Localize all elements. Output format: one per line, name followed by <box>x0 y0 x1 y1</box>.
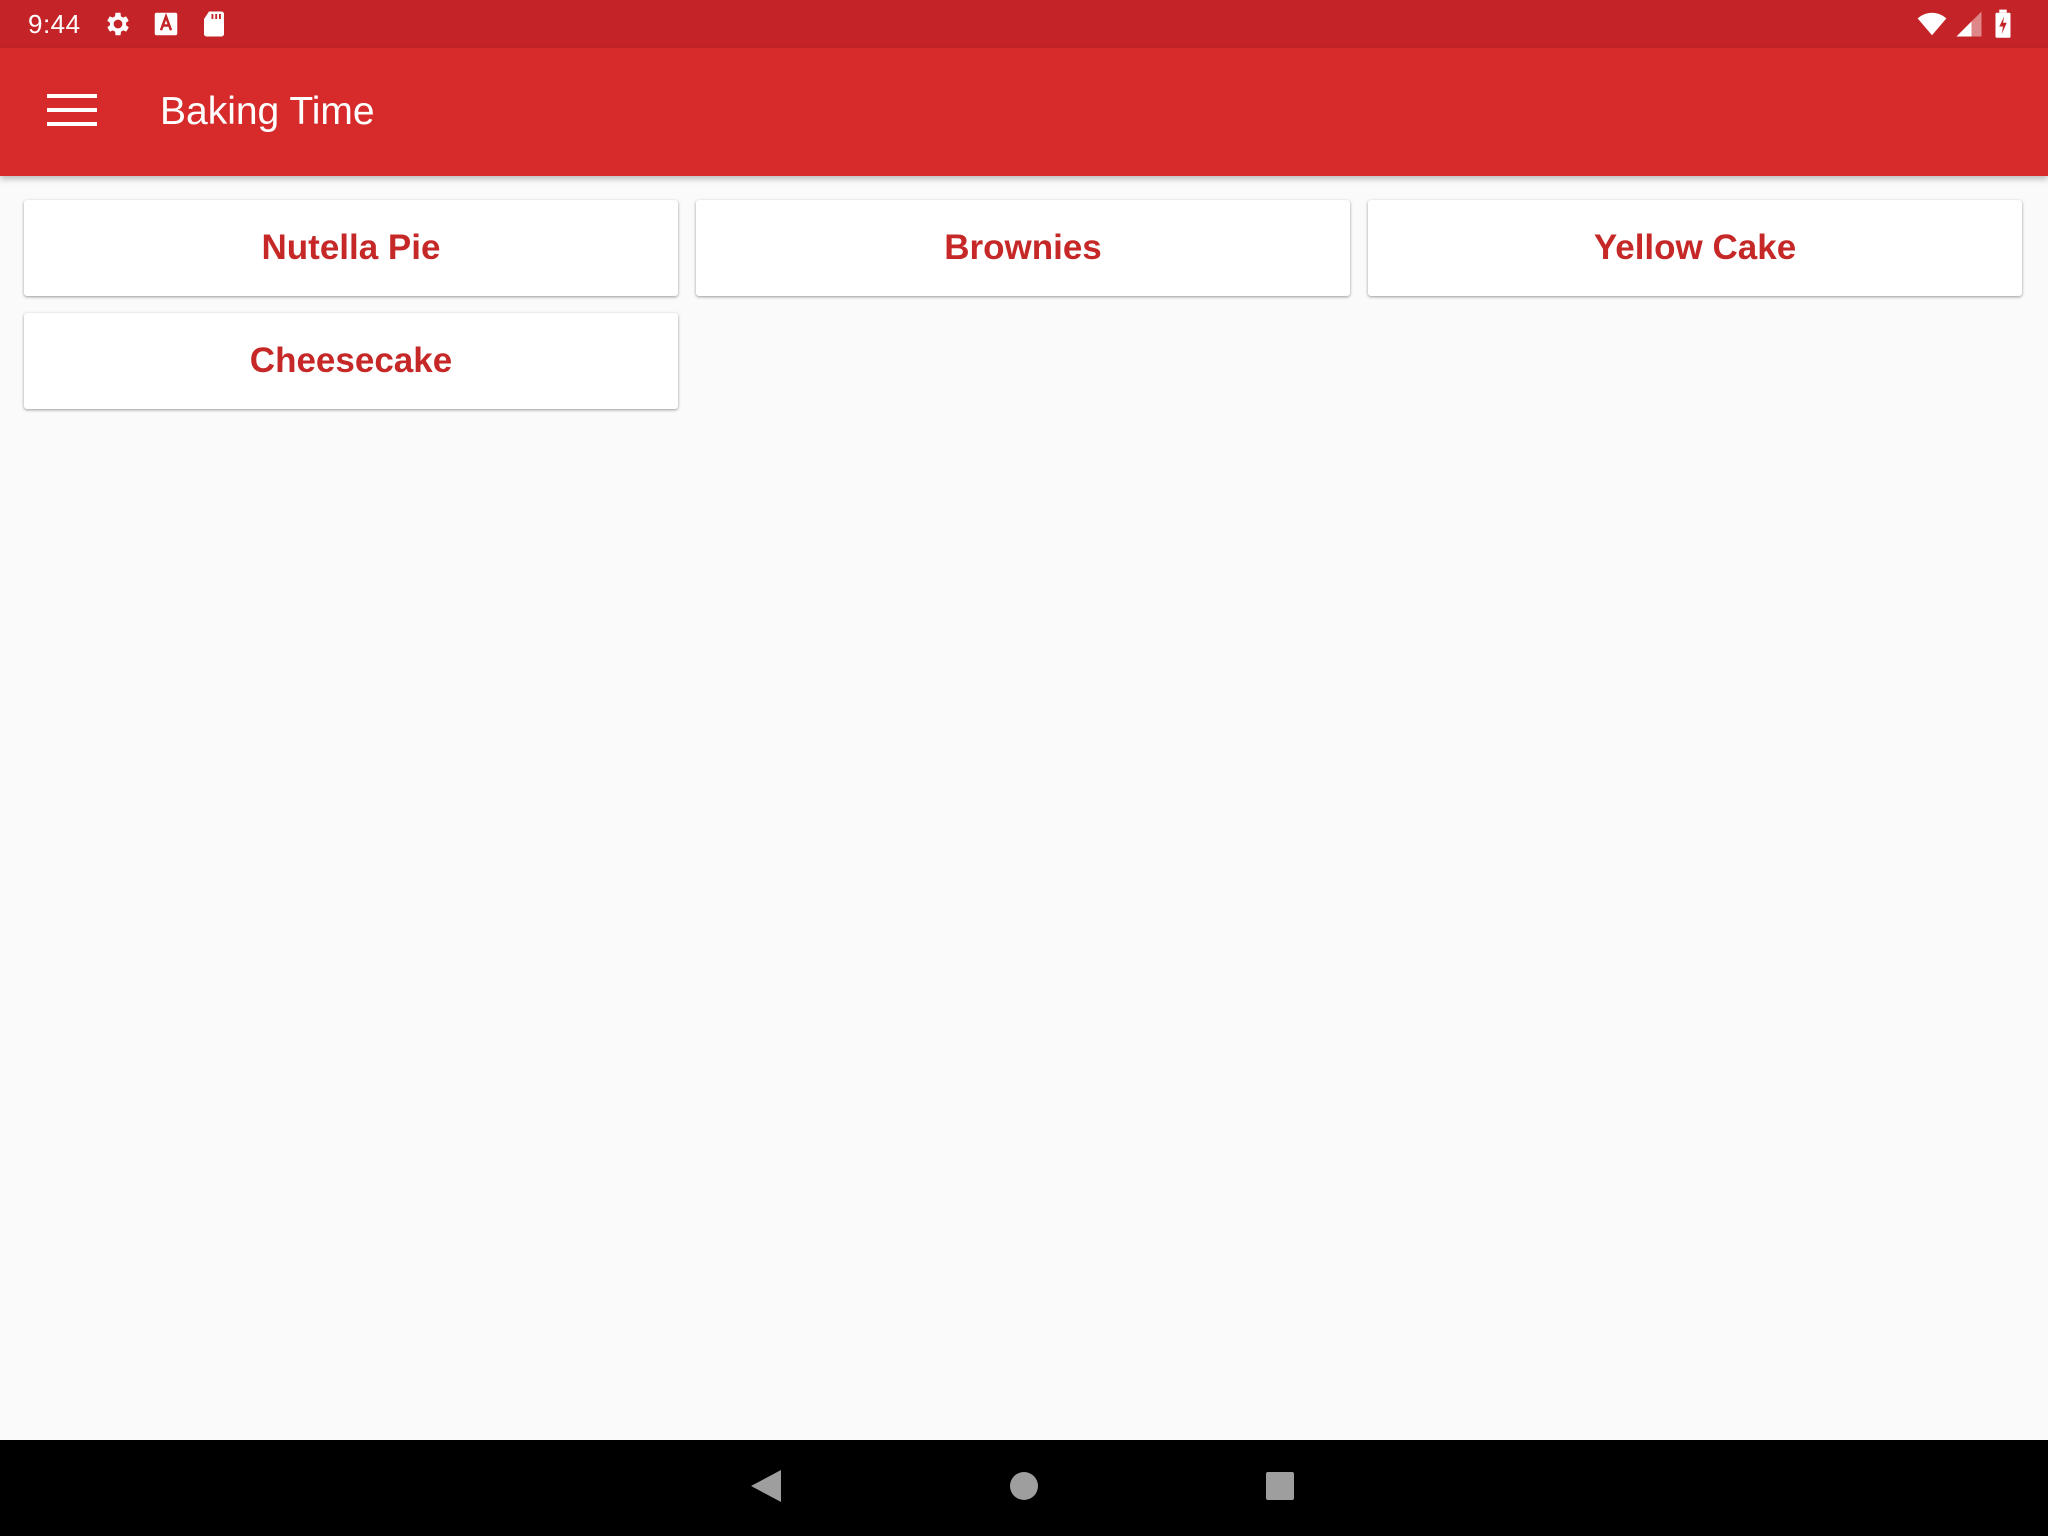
menu-button[interactable] <box>28 72 116 152</box>
recipe-name: Brownies <box>944 228 1102 267</box>
back-icon <box>749 1468 783 1509</box>
recents-button[interactable] <box>1250 1458 1310 1518</box>
recents-icon <box>1264 1470 1296 1507</box>
home-button[interactable] <box>994 1458 1054 1518</box>
recipe-card-brownies[interactable]: Brownies <box>696 200 1350 296</box>
a-letter-icon <box>151 9 181 39</box>
wifi-icon <box>1916 9 1947 39</box>
recipe-name: Nutella Pie <box>261 228 441 267</box>
recipe-card-nutella-pie[interactable]: Nutella Pie <box>24 200 678 296</box>
recipe-name: Cheesecake <box>249 341 453 380</box>
battery-charging-icon <box>1992 9 2022 39</box>
gear-icon <box>103 9 133 39</box>
recipe-name: Yellow Cake <box>1593 228 1797 267</box>
status-time: 9:44 <box>28 8 81 39</box>
cell-signal-icon <box>1954 9 1984 39</box>
home-icon <box>1008 1470 1040 1507</box>
back-button[interactable] <box>736 1458 796 1518</box>
app-bar: Baking Time <box>0 48 2048 176</box>
page-title: Baking Time <box>160 90 375 133</box>
sd-card-icon <box>199 9 229 39</box>
recipe-card-yellow-cake[interactable]: Yellow Cake <box>1368 200 2022 296</box>
hamburger-menu-icon <box>47 92 97 133</box>
navigation-bar <box>0 1440 2048 1536</box>
recipe-card-cheesecake[interactable]: Cheesecake <box>24 313 678 409</box>
status-bar: 9:44 <box>0 0 2048 48</box>
status-right <box>1916 0 2022 48</box>
status-left: 9:44 <box>28 0 247 48</box>
